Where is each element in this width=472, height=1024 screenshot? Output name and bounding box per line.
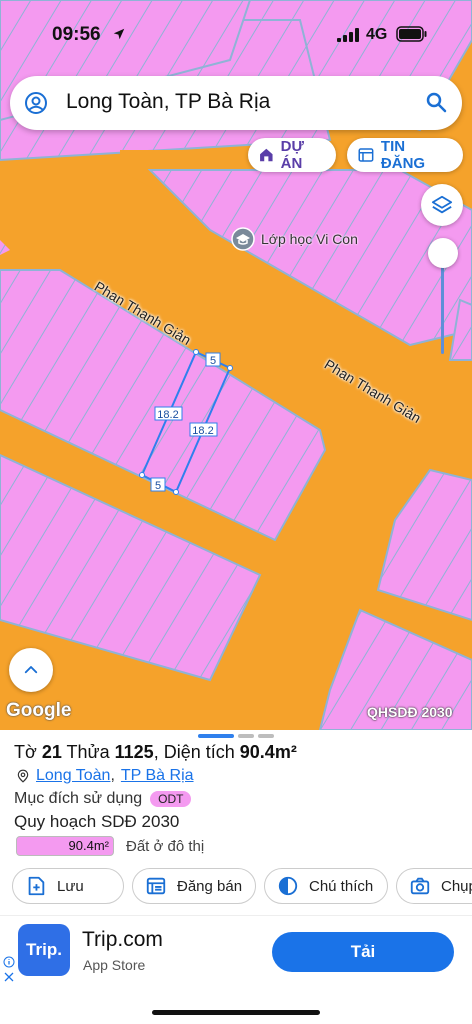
camera-icon (410, 877, 430, 895)
listing-icon (358, 148, 374, 162)
expand-panel-button[interactable] (9, 648, 53, 692)
post-sale-button[interactable]: Đăng bán (132, 868, 256, 904)
chevron-up-icon (24, 666, 38, 674)
svg-text:5: 5 (210, 355, 216, 367)
ad-subtitle: App Store (83, 957, 146, 973)
ward-link[interactable]: Long Toàn (36, 767, 110, 785)
land-use-purpose: Mục đích sử dụng ODT (14, 790, 192, 808)
account-icon[interactable] (24, 91, 48, 115)
city-link[interactable]: TP Bà Rịa (121, 767, 194, 785)
location-pin-icon (17, 769, 29, 783)
listings-chip[interactable]: TIN ĐĂNG (347, 138, 463, 172)
add-file-icon (28, 876, 45, 896)
legend-description: Đất ở đô thị (126, 837, 205, 855)
action-bar: Lưu Đăng bán Chú thích Chụp (12, 868, 472, 906)
ad-title[interactable]: Trip.com (82, 928, 163, 952)
ad-banner[interactable]: Trip. Trip.com App Store Tải (0, 915, 472, 990)
projects-chip[interactable]: DỰ ÁN (248, 138, 336, 172)
parcel-info-panel: Tờ 21 Thửa 1125, Diện tích 90.4m² Long T… (0, 730, 472, 915)
status-bar: 09:56 4G (0, 0, 472, 70)
search-bar[interactable]: Long Toàn, TP Bà Rịa (10, 76, 462, 130)
page-indicator-active[interactable] (198, 734, 234, 738)
ad-install-button[interactable]: Tải (272, 932, 454, 972)
poi-label: Lớp học Vi Con (261, 231, 358, 247)
opacity-slider-track[interactable] (441, 254, 444, 354)
home-indicator[interactable] (152, 1010, 320, 1015)
parcel-title: Tờ 21 Thửa 1125, Diện tích 90.4m² (14, 742, 297, 762)
layers-icon (431, 195, 453, 214)
layers-button[interactable] (421, 184, 463, 226)
signal-icon (337, 28, 359, 42)
page-indicator[interactable] (238, 734, 254, 738)
svg-text:5: 5 (155, 480, 161, 492)
bottom-safe-area (0, 990, 472, 1024)
network-type: 4G (366, 26, 388, 43)
legend-button[interactable]: Chú thích (264, 868, 388, 904)
save-button[interactable]: Lưu (12, 868, 124, 904)
plan-title: Quy hoạch SDĐ 2030 (14, 812, 180, 831)
opacity-slider-thumb[interactable] (428, 238, 458, 268)
projects-chip-label: DỰ ÁN (280, 138, 304, 172)
contrast-icon (278, 876, 298, 896)
search-icon[interactable] (424, 90, 448, 114)
listing-icon (146, 877, 166, 895)
school-icon (231, 227, 255, 251)
search-input[interactable]: Long Toàn, TP Bà Rịa (66, 90, 270, 114)
legend-swatch: 90.4m² (16, 836, 114, 856)
home-icon (260, 148, 273, 162)
planning-layer-label: QHSDĐ 2030 (367, 704, 453, 720)
parcel-address: Long Toàn, TP Bà Rịa (16, 767, 194, 785)
dim-top-label: 5 (205, 352, 221, 367)
google-logo: Google (6, 700, 72, 721)
page-indicator[interactable] (258, 734, 274, 738)
land-use-badge: ODT (150, 791, 192, 807)
svg-text:18.2: 18.2 (192, 425, 213, 437)
location-arrow-icon (113, 28, 125, 40)
capture-button[interactable]: Chụp (396, 868, 472, 904)
status-time: 09:56 (52, 24, 101, 45)
poi-marker[interactable]: Lớp học Vi Con (231, 227, 358, 251)
battery-icon (396, 26, 427, 42)
ad-app-icon[interactable]: Trip. (18, 924, 70, 976)
svg-text:18.2: 18.2 (157, 409, 178, 421)
plan-legend-row: 90.4m² Đất ở đô thị (16, 836, 204, 856)
ad-close-icon[interactable] (3, 971, 15, 983)
dim-bottom-label: 5 (150, 477, 166, 492)
ad-info-icon[interactable] (3, 956, 15, 968)
listings-chip-label: TIN ĐĂNG (380, 138, 426, 172)
dim-right-label: 18.2 (189, 422, 218, 437)
dim-left-label: 18.2 (154, 406, 183, 421)
